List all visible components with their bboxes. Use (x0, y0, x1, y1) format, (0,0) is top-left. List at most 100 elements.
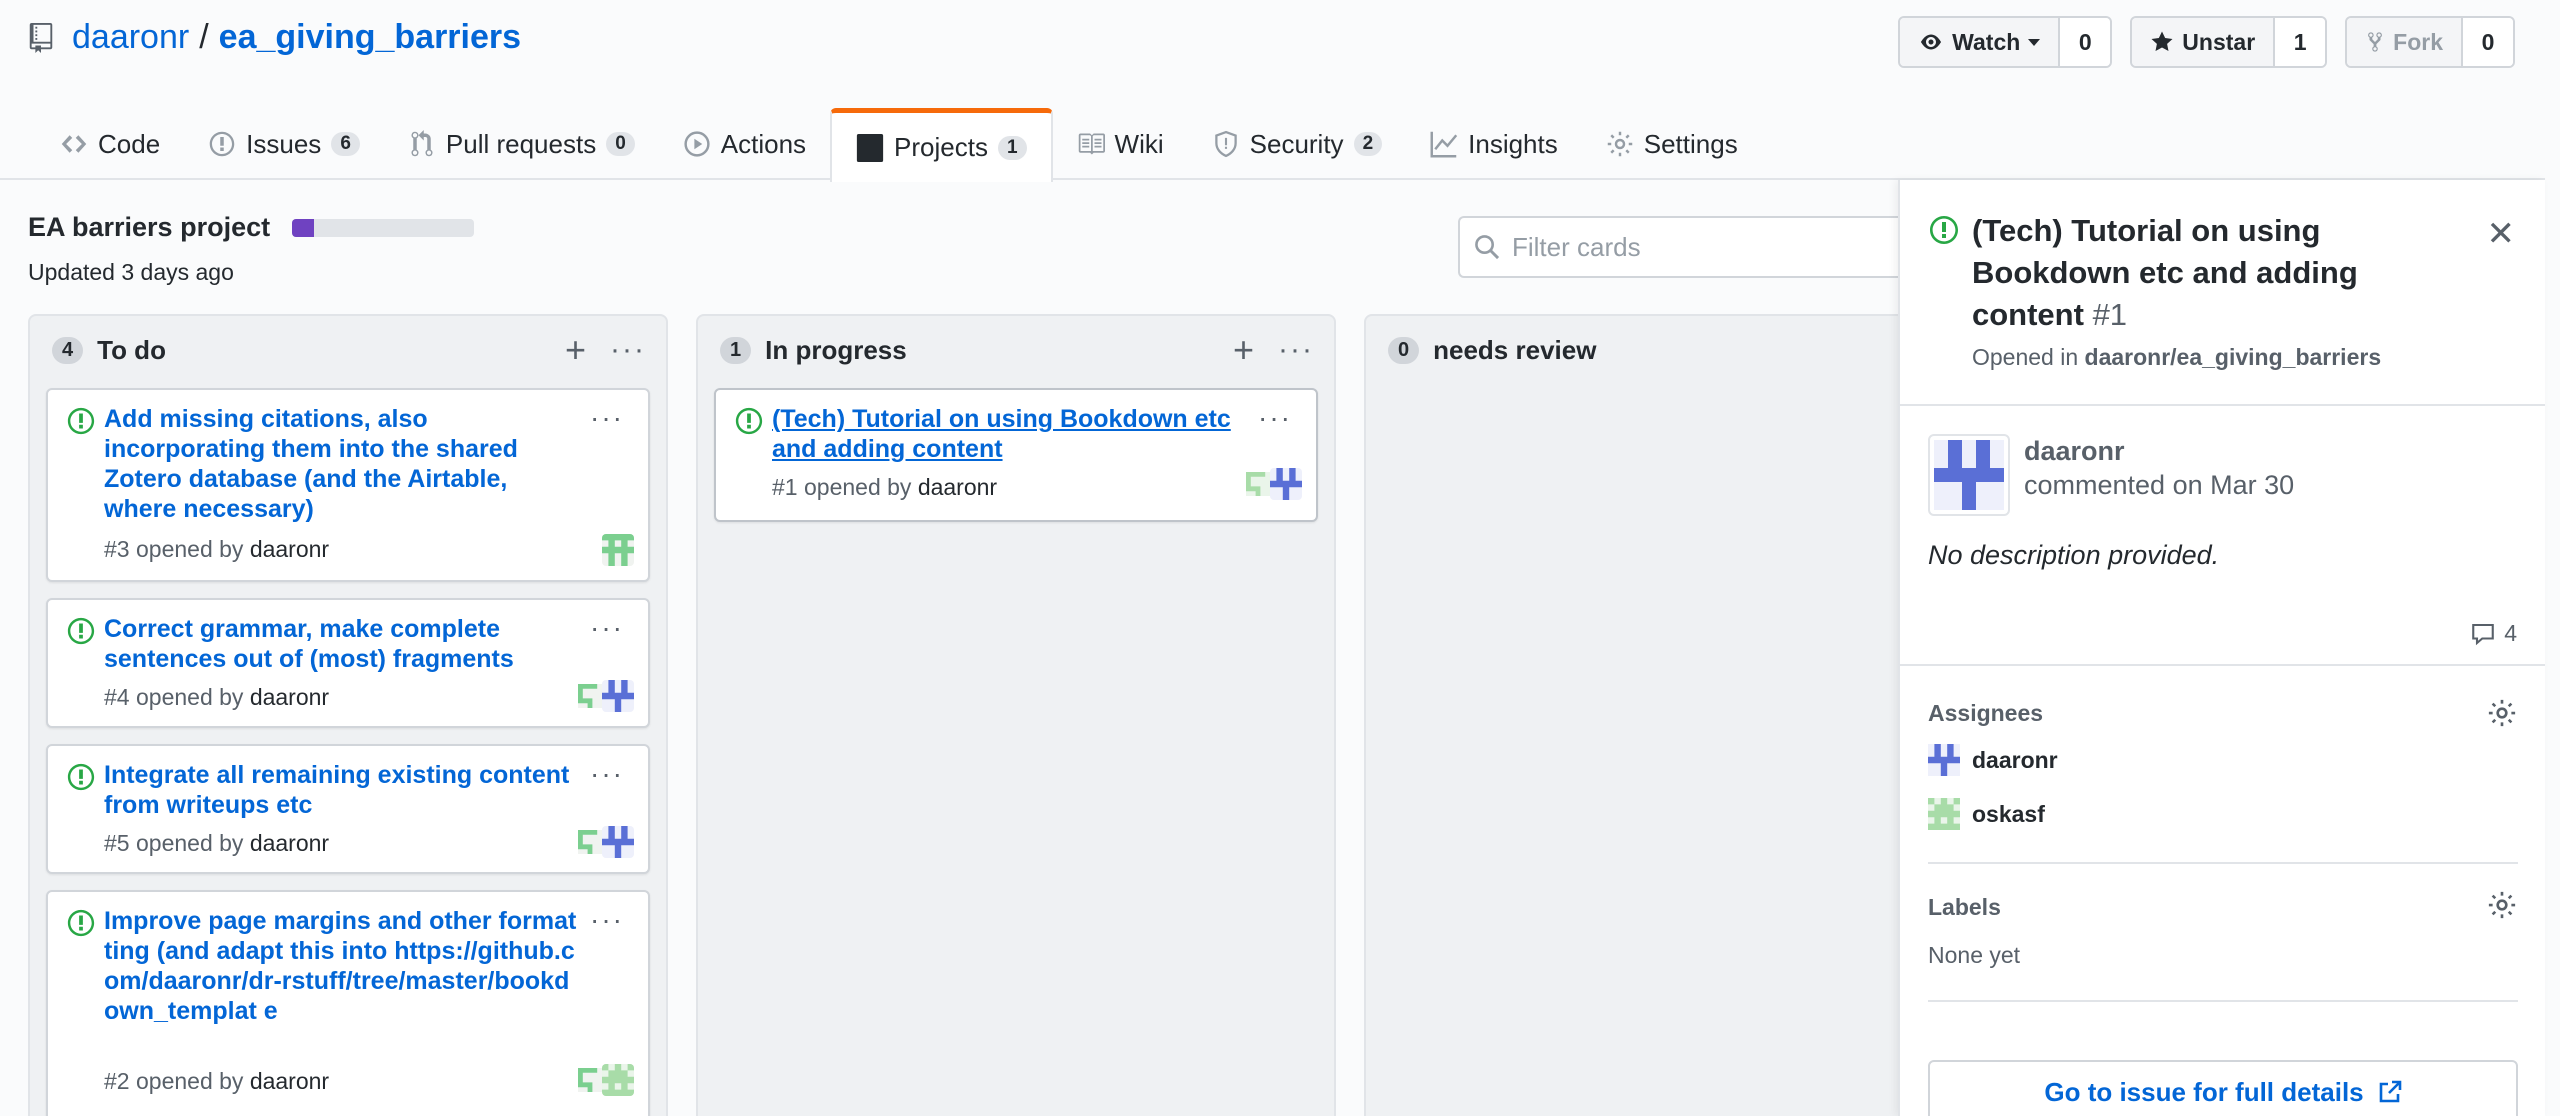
labels-label: Labels (1928, 894, 2001, 920)
unstar-label: Unstar (2182, 28, 2256, 55)
assignee-item[interactable]: oskasf (1928, 798, 2045, 830)
filter-cards-input[interactable] (1512, 231, 1892, 263)
issue-card-title[interactable]: Improve page margins and other formattin… (104, 906, 584, 1026)
issue-author[interactable]: daaronr (250, 1068, 329, 1094)
close-icon[interactable]: ✕ (2487, 214, 2516, 254)
issue-author[interactable]: daaronr (250, 830, 329, 856)
issue-card[interactable]: Improve page margins and other formattin… (46, 890, 650, 1116)
tab-settings[interactable]: Settings (1582, 108, 1762, 180)
go-to-issue-label: Go to issue for full details (2044, 1076, 2364, 1107)
assignee-item[interactable]: daaronr (1928, 744, 2058, 776)
card-menu-button[interactable]: ··· (1258, 402, 1292, 434)
issue-card-title[interactable]: Integrate all remaining existing content… (104, 760, 584, 820)
issue-description: No description provided. (1928, 540, 2220, 570)
avatar[interactable] (578, 1064, 602, 1096)
issue-card[interactable]: Correct grammar, make complete sentences… (46, 598, 650, 728)
avatar[interactable] (1270, 468, 1302, 500)
tab-actions[interactable]: Actions (659, 108, 830, 180)
fork-button[interactable]: Fork (2347, 18, 2463, 66)
card-menu-button[interactable]: ··· (590, 904, 624, 936)
avatar[interactable] (602, 826, 634, 858)
fork-group: Fork 0 (2345, 16, 2515, 68)
card-assignees (578, 1064, 634, 1096)
issue-card-title[interactable]: Correct grammar, make complete sentences… (104, 614, 584, 674)
column-header: 4 To do + ··· (30, 316, 666, 384)
issue-card[interactable]: Integrate all remaining existing content… (46, 744, 650, 874)
avatar (1928, 744, 1960, 776)
card-assignees (1246, 468, 1302, 500)
gear-icon (1607, 131, 1632, 157)
tab-code[interactable]: Code (36, 108, 184, 180)
avatar[interactable] (602, 680, 634, 712)
issue-card-selected[interactable]: (Tech) Tutorial on using Bookdown etc an… (714, 388, 1318, 522)
gear-icon[interactable] (2487, 698, 2517, 728)
card-menu-button[interactable]: ··· (590, 612, 624, 644)
avatar[interactable] (602, 534, 634, 566)
tab-insights[interactable]: Insights (1406, 108, 1582, 180)
star-count[interactable]: 1 (2275, 18, 2326, 66)
project-icon (856, 133, 884, 162)
gear-icon[interactable] (2487, 890, 2517, 920)
tab-pull-requests[interactable]: Pull requests 0 (384, 108, 659, 180)
column-header: 1 In progress + ··· (698, 316, 1334, 384)
repo-name-link[interactable]: ea_giving_barriers (219, 18, 521, 57)
issue-author[interactable]: daaronr (918, 474, 997, 500)
card-assignees (578, 680, 634, 712)
tab-security[interactable]: Security 2 (1188, 108, 1407, 180)
unstar-button[interactable]: Unstar (2132, 18, 2276, 66)
add-card-button[interactable]: + (565, 332, 586, 368)
comment-author[interactable]: daaronr (2024, 436, 2125, 467)
avatar[interactable] (578, 680, 602, 712)
project-updated: Updated 3 days ago (28, 259, 234, 285)
issue-card-title[interactable]: (Tech) Tutorial on using Bookdown etc an… (772, 404, 1262, 464)
opened-in-repo-link[interactable]: daaronr/ea_giving_barriers (2085, 344, 2382, 370)
tab-issues[interactable]: Issues 6 (184, 108, 384, 180)
fork-icon (2368, 32, 2383, 52)
avatar[interactable] (1246, 468, 1270, 500)
play-icon (684, 131, 710, 157)
tab-projects[interactable]: Projects 1 (830, 108, 1053, 182)
issue-opened-by: opened by (803, 474, 912, 500)
issue-opened-by: opened by (135, 1068, 244, 1094)
tab-label: Actions (720, 128, 807, 159)
add-card-button[interactable]: + (1233, 332, 1254, 368)
assignee-name: daaronr (1972, 746, 2058, 773)
issue-number: #3 (104, 536, 130, 562)
avatar[interactable] (578, 826, 602, 858)
column-card-count: 0 (1388, 336, 1420, 364)
fork-count[interactable]: 0 (2463, 18, 2513, 66)
fork-label: Fork (2393, 28, 2443, 55)
card-menu-button[interactable]: ··· (590, 402, 624, 434)
tab-label: Wiki (1114, 128, 1164, 159)
repo-owner-link[interactable]: daaronr (72, 18, 189, 57)
column-menu-button[interactable]: ··· (1278, 335, 1314, 365)
watch-group: Watch 0 (1898, 16, 2113, 68)
shield-icon (1214, 130, 1237, 158)
avatar (1928, 798, 1960, 830)
column-in-progress: 1 In progress + ··· (Tech) Tutorial on u… (696, 314, 1336, 1116)
avatar[interactable] (602, 1064, 634, 1096)
watch-button[interactable]: Watch (1900, 18, 2061, 66)
issue-author[interactable]: daaronr (250, 536, 329, 562)
comment-count-value: 4 (2504, 620, 2517, 646)
column-to-do: 4 To do + ··· Add missing citations, als… (28, 314, 668, 1116)
tab-wiki[interactable]: Wiki (1053, 108, 1188, 180)
issue-card-meta: #3 opened by daaronr (104, 536, 329, 563)
issue-detail-panel: (Tech) Tutorial on using Bookdown etc an… (1898, 180, 2545, 1116)
external-link-icon (2379, 1080, 2401, 1103)
issue-card-title[interactable]: Add missing citations, also incorporatin… (104, 404, 584, 524)
go-to-issue-button[interactable]: Go to issue for full details (1928, 1060, 2518, 1116)
watch-count[interactable]: 0 (2060, 18, 2111, 66)
open-issue-icon (67, 763, 95, 791)
issue-author[interactable]: daaronr (250, 684, 329, 710)
star-icon (2151, 31, 2173, 51)
comment-count[interactable]: 4 (2470, 620, 2517, 647)
comment-author-avatar[interactable] (1928, 434, 2010, 516)
divider (1900, 404, 2545, 406)
issue-card-meta: #4 opened by daaronr (104, 684, 329, 711)
column-menu-button[interactable]: ··· (610, 335, 646, 365)
issue-card[interactable]: Add missing citations, also incorporatin… (46, 388, 650, 582)
card-menu-button[interactable]: ··· (590, 758, 624, 790)
assignee-name: oskasf (1972, 800, 2045, 827)
issue-opened-by: opened by (135, 684, 244, 710)
